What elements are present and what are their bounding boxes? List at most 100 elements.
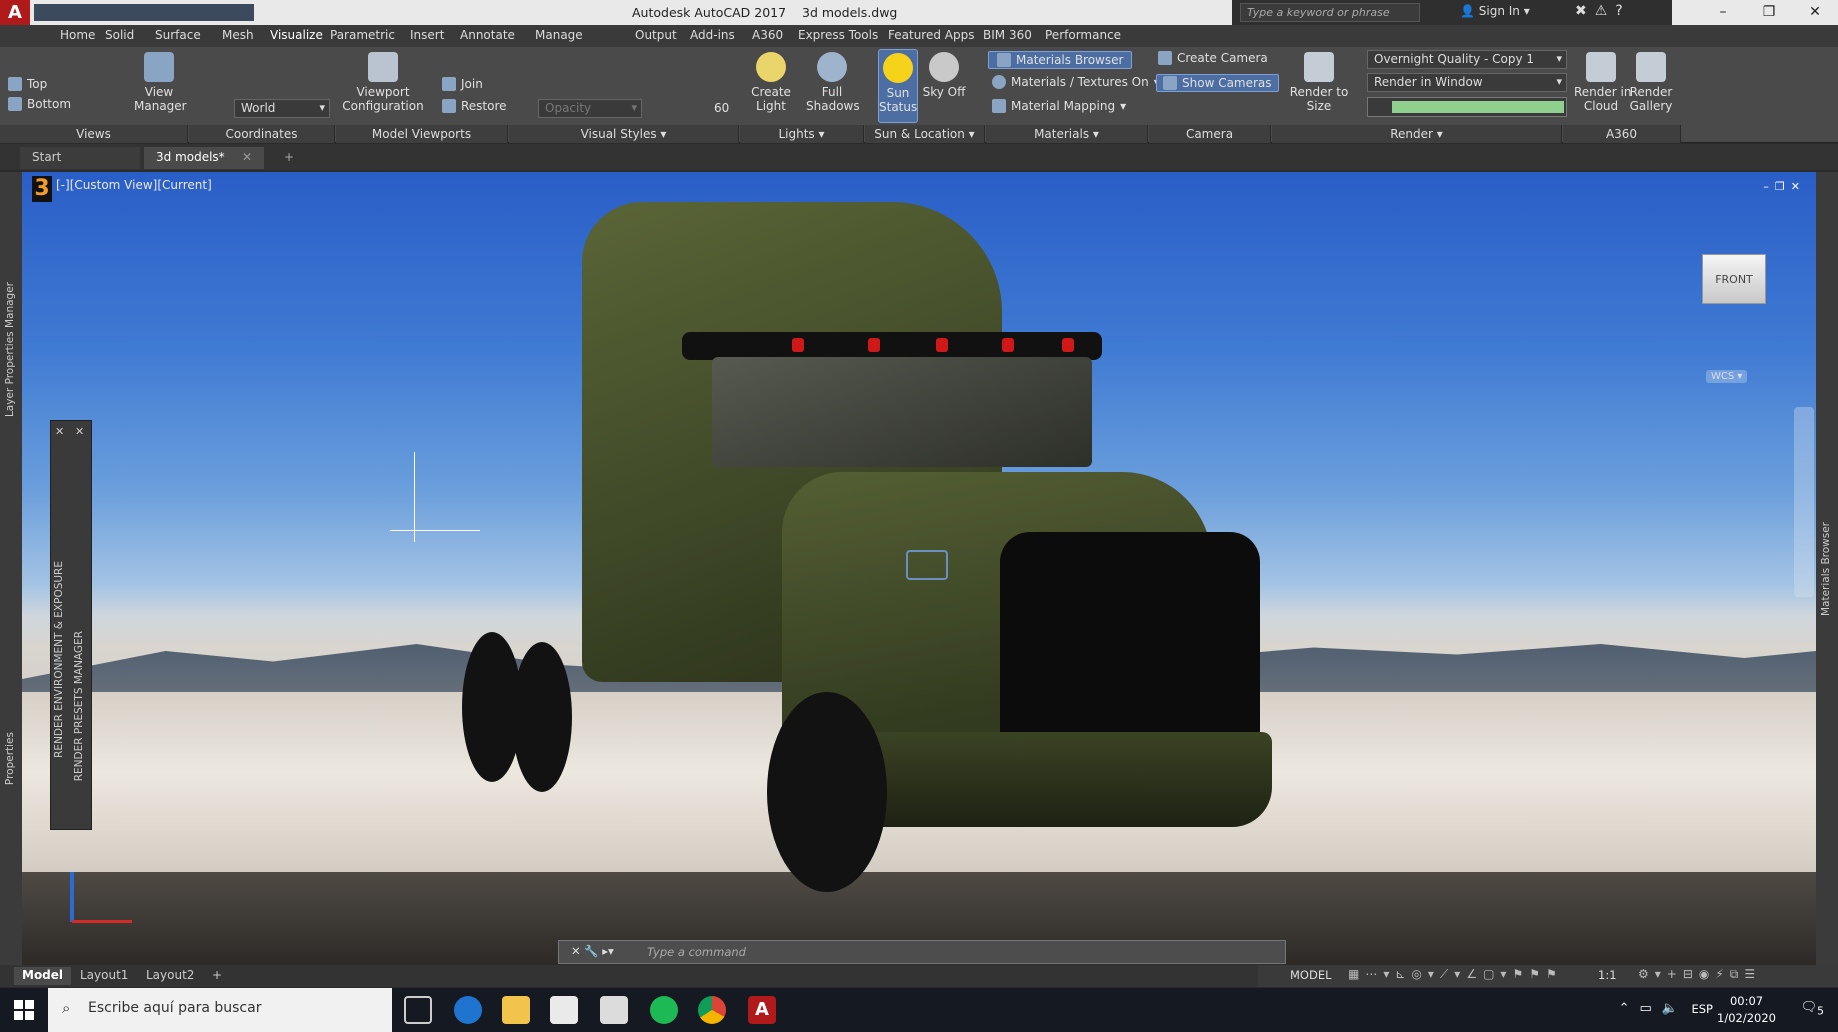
viewport-configuration-button[interactable]: Viewport Configuration xyxy=(340,52,426,113)
layout-tab-layout1[interactable]: Layout1 xyxy=(72,967,136,985)
layout-tab-layout2[interactable]: Layout2 xyxy=(138,967,202,985)
restore-button[interactable]: ❐ xyxy=(1746,0,1792,25)
tab-solid[interactable]: Solid xyxy=(105,28,134,42)
panel-lights-title[interactable]: Lights ▾ xyxy=(740,125,864,143)
restore-viewport-button[interactable]: Restore xyxy=(442,99,507,113)
tab-insert[interactable]: Insert xyxy=(410,28,444,42)
close-command-icon[interactable]: ✕ 🔧 ▸▾ xyxy=(571,944,614,958)
drafting-toggles[interactable]: ▦⋯▾⊾◎▾⟋▾∠▢▾⚑⚑⚑ xyxy=(1348,967,1563,982)
tray-icons[interactable]: ⌃▭🔈 xyxy=(1619,1001,1688,1016)
opacity-value: 60 xyxy=(714,101,730,115)
edge-icon[interactable] xyxy=(454,996,482,1024)
tab-annotate[interactable]: Annotate xyxy=(460,28,515,42)
tab-performance[interactable]: Performance xyxy=(1045,28,1121,42)
view-top[interactable]: Top xyxy=(8,77,47,91)
autocad-logo-icon[interactable]: A xyxy=(0,0,30,25)
tab-visualize[interactable]: Visualize xyxy=(270,28,323,42)
tab-output[interactable]: Output xyxy=(635,28,677,42)
new-tab-button[interactable]: + xyxy=(272,147,306,169)
minimize-button[interactable]: – xyxy=(1700,0,1746,25)
sun-status-button[interactable]: Sun Status xyxy=(878,49,918,123)
create-camera-button[interactable]: Create Camera xyxy=(1158,51,1268,65)
viewport-window-controls[interactable]: –❐✕ xyxy=(1763,180,1806,193)
close-button[interactable]: ✕ xyxy=(1792,0,1838,25)
tab-a360[interactable]: A360 xyxy=(752,28,783,42)
command-line[interactable]: ✕ 🔧 ▸▾ Type a command xyxy=(558,940,1286,964)
mail-icon[interactable] xyxy=(600,996,628,1024)
notifications-icon[interactable]: 🗨5 xyxy=(1801,1000,1824,1018)
tab-express-tools[interactable]: Express Tools xyxy=(798,28,878,42)
command-input[interactable]: Type a command xyxy=(647,945,746,959)
full-shadows-button[interactable]: Full Shadows xyxy=(806,52,860,113)
status-tools[interactable]: ⚙▾+⊟◉⚡⧉☰ xyxy=(1638,967,1761,982)
join-button[interactable]: Join xyxy=(442,77,483,91)
panel-views-title: Views xyxy=(0,125,188,143)
layer-properties-palette[interactable]: Layer Properties Manager xyxy=(4,282,16,417)
autocad-taskbar-icon[interactable]: A xyxy=(748,996,776,1024)
model-viewport[interactable]: 3 [-][Custom View][Current] –❐✕ FRONT WC… xyxy=(22,172,1816,965)
file-tab-label: 3d models* xyxy=(156,150,225,164)
create-light-button[interactable]: Create Light xyxy=(750,52,792,113)
panel-visual-styles-title[interactable]: Visual Styles ▾ xyxy=(509,125,739,143)
taskbar-search-input[interactable]: ⌕ Escribe aquí para buscar xyxy=(48,988,392,1032)
close-palette-icon-2[interactable]: ✕ xyxy=(75,425,84,438)
layout-tab-model[interactable]: Model xyxy=(14,967,72,985)
opacity-slider[interactable]: Opacity xyxy=(538,99,642,118)
clock[interactable]: 00:07 1/02/2020 xyxy=(1717,993,1776,1027)
file-tab-start[interactable]: Start xyxy=(20,147,140,169)
taskbar-search-placeholder: Escribe aquí para buscar xyxy=(88,1000,262,1016)
tab-manage[interactable]: Manage xyxy=(535,28,583,42)
search-input[interactable]: Type a keyword or phrase xyxy=(1240,3,1420,22)
view-bottom[interactable]: Bottom xyxy=(8,97,71,111)
panel-render-title[interactable]: Render ▾ xyxy=(1272,125,1562,143)
sky-off-button[interactable]: Sky Off xyxy=(922,52,966,99)
tab-featured-apps[interactable]: Featured Apps xyxy=(888,28,974,42)
light-bulb-icon xyxy=(756,52,786,82)
model-space-button[interactable]: MODEL xyxy=(1290,968,1332,982)
close-palette-icon[interactable]: ✕ xyxy=(55,425,64,438)
file-tab-3d-models[interactable]: 3d models* ✕ xyxy=(144,147,264,169)
chrome-icon[interactable] xyxy=(698,996,726,1024)
help-icons[interactable]: ✖⚠? xyxy=(1575,3,1631,19)
camera-glyph-icon[interactable] xyxy=(906,550,948,580)
tab-bim360[interactable]: BIM 360 xyxy=(983,28,1032,42)
close-tab-icon[interactable]: ✕ xyxy=(242,150,252,164)
materials-browser-palette[interactable]: Materials Browser xyxy=(1820,522,1832,616)
render-gallery-button[interactable]: Render Gallery xyxy=(1628,52,1674,113)
add-layout-button[interactable]: + xyxy=(204,967,230,985)
spotify-icon[interactable] xyxy=(650,996,678,1024)
wcs-menu[interactable]: WCS ▾ xyxy=(1706,370,1748,383)
viewcube[interactable]: FRONT xyxy=(1702,254,1766,304)
tab-mesh[interactable]: Mesh xyxy=(222,28,254,42)
panel-sun-location-title[interactable]: Sun & Location ▾ xyxy=(865,125,985,143)
language-indicator[interactable]: ESP xyxy=(1691,1002,1713,1016)
materials-browser-button[interactable]: Materials Browser xyxy=(988,51,1133,69)
panel-materials-title[interactable]: Materials ▾ xyxy=(986,125,1148,143)
ucs-world-select[interactable]: World xyxy=(234,99,330,118)
quick-access-toolbar[interactable] xyxy=(34,4,254,21)
tab-parametric[interactable]: Parametric xyxy=(330,28,395,42)
render-in-cloud-button[interactable]: Render in Cloud xyxy=(1574,52,1631,113)
viewport-controls-label[interactable]: [-][Custom View][Current] xyxy=(56,178,212,192)
store-icon[interactable] xyxy=(550,996,578,1024)
tab-add-ins[interactable]: Add-ins xyxy=(690,28,735,42)
properties-palette[interactable]: Properties xyxy=(4,732,16,785)
file-explorer-icon[interactable] xyxy=(502,996,530,1024)
view-manager-button[interactable]: View Manager xyxy=(134,52,187,113)
cab-lamp xyxy=(1002,338,1014,352)
material-mapping-button[interactable]: Material Mapping ▾ xyxy=(992,99,1126,113)
task-view-icon[interactable] xyxy=(404,996,432,1024)
navigation-bar[interactable] xyxy=(1794,407,1814,597)
render-environment-palette[interactable]: RENDER ENVIRONMENT & EXPOSURE xyxy=(53,561,65,758)
render-quality-select[interactable]: Overnight Quality - Copy 1 xyxy=(1367,50,1567,69)
show-cameras-button[interactable]: Show Cameras xyxy=(1156,74,1279,92)
render-to-size-button[interactable]: Render to Size xyxy=(1280,52,1358,113)
annotation-scale[interactable]: 1:1 xyxy=(1598,968,1617,982)
render-destination-select[interactable]: Render in Window xyxy=(1367,73,1567,92)
materials-textures-button[interactable]: Materials / Textures On ▾ xyxy=(992,75,1160,89)
sign-in-button[interactable]: 👤 Sign In ▾ xyxy=(1460,4,1530,18)
tab-home[interactable]: Home xyxy=(60,28,95,42)
windows-start-icon[interactable] xyxy=(14,1000,34,1020)
render-presets-palette[interactable]: RENDER PRESETS MANAGER xyxy=(73,631,85,781)
tab-surface[interactable]: Surface xyxy=(155,28,201,42)
